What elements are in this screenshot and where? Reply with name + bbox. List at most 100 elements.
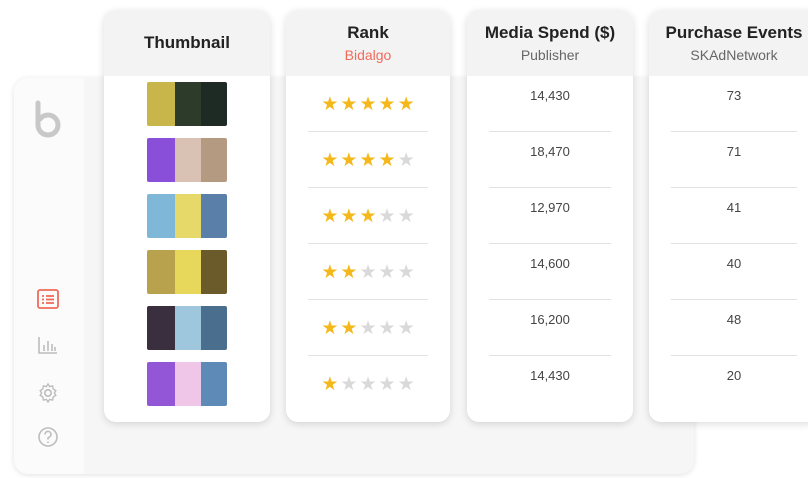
table-row — [104, 300, 270, 356]
rank-column-subtitle: Bidalgo — [344, 47, 392, 63]
star-filled-icon: ★ — [321, 149, 339, 171]
star-empty-icon: ★ — [359, 373, 377, 395]
purchase-events-column: Purchase Events SKAdNetwork 73 71 41 40 48 20 — [649, 10, 808, 422]
table-row: 14,430 — [467, 76, 633, 132]
bidalgo-logo-icon[interactable] — [30, 100, 66, 140]
star-empty-icon: ★ — [397, 149, 415, 171]
media-spend-value: 14,430 — [530, 87, 570, 103]
ad-creative-thumbnail[interactable] — [147, 250, 227, 294]
purchase-events-value: 73 — [726, 87, 742, 103]
media-spend-value: 16,200 — [530, 311, 570, 327]
thumbnail-panel — [147, 138, 176, 182]
star-empty-icon: ★ — [397, 261, 415, 283]
help-icon[interactable] — [36, 426, 60, 448]
table-row: 14,600 — [467, 244, 633, 300]
star-empty-icon: ★ — [397, 317, 415, 339]
ad-creative-thumbnail[interactable] — [147, 194, 227, 238]
star-filled-icon: ★ — [321, 93, 339, 115]
table-row: 71 — [649, 132, 808, 188]
rank-stars: ★ ★ ★ ★ ★ — [321, 263, 414, 282]
table-row: 48 — [649, 300, 808, 356]
table-row: 16,200 — [467, 300, 633, 356]
thumbnail-panel — [175, 362, 202, 406]
star-filled-icon: ★ — [321, 373, 339, 395]
table-row: 73 — [649, 76, 808, 132]
ad-creative-thumbnail[interactable] — [147, 138, 227, 182]
purchase-events-column-subtitle: SKAdNetwork — [690, 47, 778, 63]
star-filled-icon: ★ — [359, 93, 377, 115]
star-empty-icon: ★ — [378, 205, 396, 227]
media-spend-column-header: Media Spend ($) Publisher — [467, 10, 633, 76]
table-row: 40 — [649, 244, 808, 300]
thumbnail-panel — [147, 306, 176, 350]
table-row — [104, 188, 270, 244]
ad-creative-thumbnail[interactable] — [147, 82, 227, 126]
table-row — [104, 244, 270, 300]
thumbnail-panel — [175, 138, 202, 182]
table-row: ★ ★ ★ ★ ★ — [286, 76, 450, 132]
star-empty-icon: ★ — [397, 205, 415, 227]
rank-column-header: Rank Bidalgo — [286, 10, 450, 76]
bar-chart-icon[interactable] — [36, 334, 60, 356]
purchase-events-value: 48 — [726, 311, 742, 327]
star-empty-icon: ★ — [340, 373, 358, 395]
table-row: 20 — [649, 356, 808, 412]
star-empty-icon: ★ — [378, 317, 396, 339]
star-filled-icon: ★ — [359, 149, 377, 171]
thumbnail-panel — [175, 194, 202, 238]
purchase-events-column-header: Purchase Events SKAdNetwork — [649, 10, 808, 76]
purchase-events-value: 20 — [726, 367, 742, 383]
rank-stars: ★ ★ ★ ★ ★ — [321, 375, 414, 394]
thumbnail-column-header: Thumbnail — [104, 10, 270, 76]
ad-creative-thumbnail[interactable] — [147, 306, 227, 350]
table-row: ★ ★ ★ ★ ★ — [286, 300, 450, 356]
table-row: ★ ★ ★ ★ ★ — [286, 244, 450, 300]
purchase-events-column-title: Purchase Events — [665, 23, 803, 42]
table-row: ★ ★ ★ ★ ★ — [286, 356, 450, 412]
thumbnail-panel — [201, 82, 227, 126]
thumbnail-panel — [201, 194, 227, 238]
star-filled-icon: ★ — [378, 93, 396, 115]
ad-creative-thumbnail[interactable] — [147, 362, 227, 406]
star-filled-icon: ★ — [397, 93, 415, 115]
rank-stars: ★ ★ ★ ★ ★ — [321, 207, 414, 226]
star-empty-icon: ★ — [378, 261, 396, 283]
table-row: ★ ★ ★ ★ ★ — [286, 132, 450, 188]
rank-stars: ★ ★ ★ ★ ★ — [321, 151, 414, 170]
media-spend-column-subtitle: Publisher — [520, 47, 580, 63]
purchase-events-value: 71 — [726, 143, 742, 159]
thumbnail-panel — [201, 362, 227, 406]
thumbnail-panel — [175, 82, 202, 126]
rank-stars: ★ ★ ★ ★ ★ — [321, 95, 414, 114]
list-icon[interactable] — [36, 288, 60, 310]
media-spend-column-title: Media Spend ($) — [484, 23, 616, 42]
thumbnail-panel — [147, 250, 176, 294]
media-spend-column: Media Spend ($) Publisher 14,430 18,470 12… — [467, 10, 633, 422]
thumbnail-panel — [175, 306, 202, 350]
gear-icon[interactable] — [36, 382, 60, 404]
star-filled-icon: ★ — [321, 261, 339, 283]
rank-column: Rank Bidalgo ★ ★ ★ ★ ★ ★ ★ ★ ★ ★ ★ ★ ★ ★ ★ ★ ★ ★ ★ ★ ★ ★ ★ ★ ★ ★ ★… — [286, 10, 450, 422]
table-row — [104, 356, 270, 412]
star-filled-icon: ★ — [321, 317, 339, 339]
star-empty-icon: ★ — [359, 261, 377, 283]
media-spend-value: 18,470 — [530, 143, 570, 159]
purchase-events-value: 41 — [726, 199, 742, 215]
thumbnail-panel — [201, 306, 227, 350]
thumbnail-panel — [147, 82, 176, 126]
table-row — [104, 132, 270, 188]
star-empty-icon: ★ — [397, 373, 415, 395]
thumbnail-panel — [147, 194, 176, 238]
star-empty-icon: ★ — [359, 317, 377, 339]
star-filled-icon: ★ — [340, 261, 358, 283]
table-row: 14,430 — [467, 356, 633, 412]
star-filled-icon: ★ — [378, 149, 396, 171]
table-row — [104, 76, 270, 132]
star-filled-icon: ★ — [359, 205, 377, 227]
star-filled-icon: ★ — [321, 205, 339, 227]
rank-column-title: Rank — [347, 23, 389, 42]
thumbnail-column: Thumbnail — [104, 10, 270, 422]
thumbnail-panel — [175, 250, 202, 294]
table-row: ★ ★ ★ ★ ★ — [286, 188, 450, 244]
purchase-events-value: 40 — [726, 255, 742, 271]
